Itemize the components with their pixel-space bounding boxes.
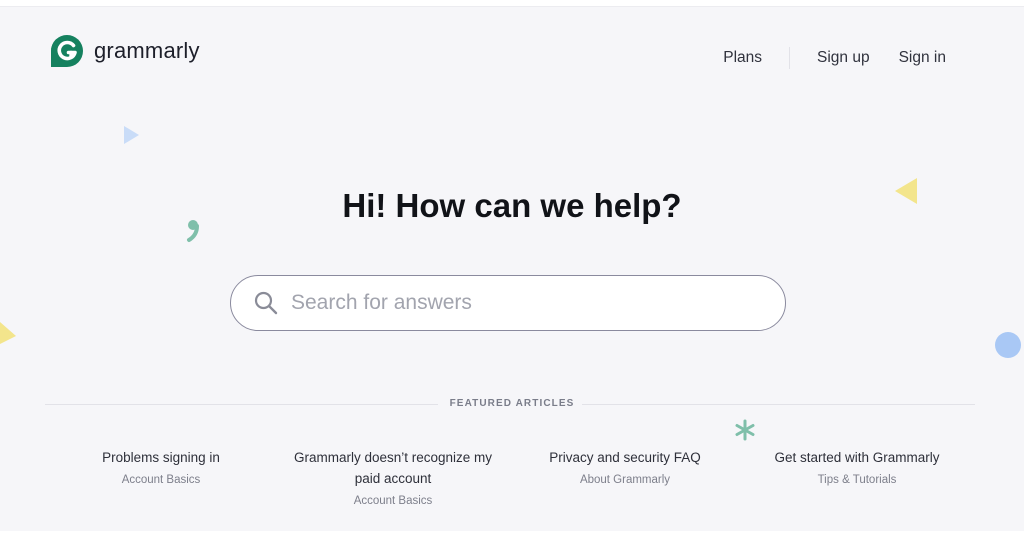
- page-title: Hi! How can we help?: [342, 187, 682, 224]
- article-category[interactable]: Account Basics: [45, 474, 277, 486]
- article-title[interactable]: Get started with Grammarly: [741, 447, 973, 468]
- article-category[interactable]: About Grammarly: [509, 474, 741, 486]
- search-icon: [254, 291, 278, 315]
- nav-plans-link[interactable]: Plans: [723, 49, 762, 67]
- triangle-icon: [0, 322, 16, 344]
- brand-name: grammarly: [94, 38, 200, 63]
- nav-signin-link[interactable]: Sign in: [899, 49, 946, 67]
- top-nav: Plans Sign up Sign in: [723, 47, 946, 69]
- article-title[interactable]: Privacy and security FAQ: [509, 447, 741, 468]
- featured-articles-label: FEATURED ARTICLES: [449, 398, 575, 409]
- article-card[interactable]: Privacy and security FAQ About Grammarly: [509, 447, 741, 507]
- brand-logo[interactable]: grammarly: [50, 34, 200, 68]
- search-box[interactable]: [230, 275, 786, 331]
- article-title[interactable]: Grammarly doesn’t recognize my paid acco…: [289, 447, 497, 489]
- article-category[interactable]: Account Basics: [289, 495, 497, 507]
- article-category[interactable]: Tips & Tutorials: [741, 474, 973, 486]
- search-input[interactable]: [289, 290, 753, 316]
- asterisk-icon: [735, 419, 755, 441]
- triangle-icon: [124, 126, 139, 144]
- circle-icon: [995, 332, 1021, 358]
- article-title[interactable]: Problems signing in: [45, 447, 277, 468]
- nav-signup-link[interactable]: Sign up: [817, 49, 870, 67]
- grammarly-logo-icon: [51, 34, 83, 67]
- article-card[interactable]: Grammarly doesn’t recognize my paid acco…: [277, 447, 509, 507]
- featured-articles-list: Problems signing in Account Basics Gramm…: [45, 447, 975, 507]
- nav-divider: [789, 47, 791, 69]
- article-card[interactable]: Get started with Grammarly Tips & Tutori…: [741, 447, 973, 507]
- article-card[interactable]: Problems signing in Account Basics: [45, 447, 277, 507]
- help-center-page: grammarly Plans Sign up Sign in Hi! How …: [0, 6, 1024, 531]
